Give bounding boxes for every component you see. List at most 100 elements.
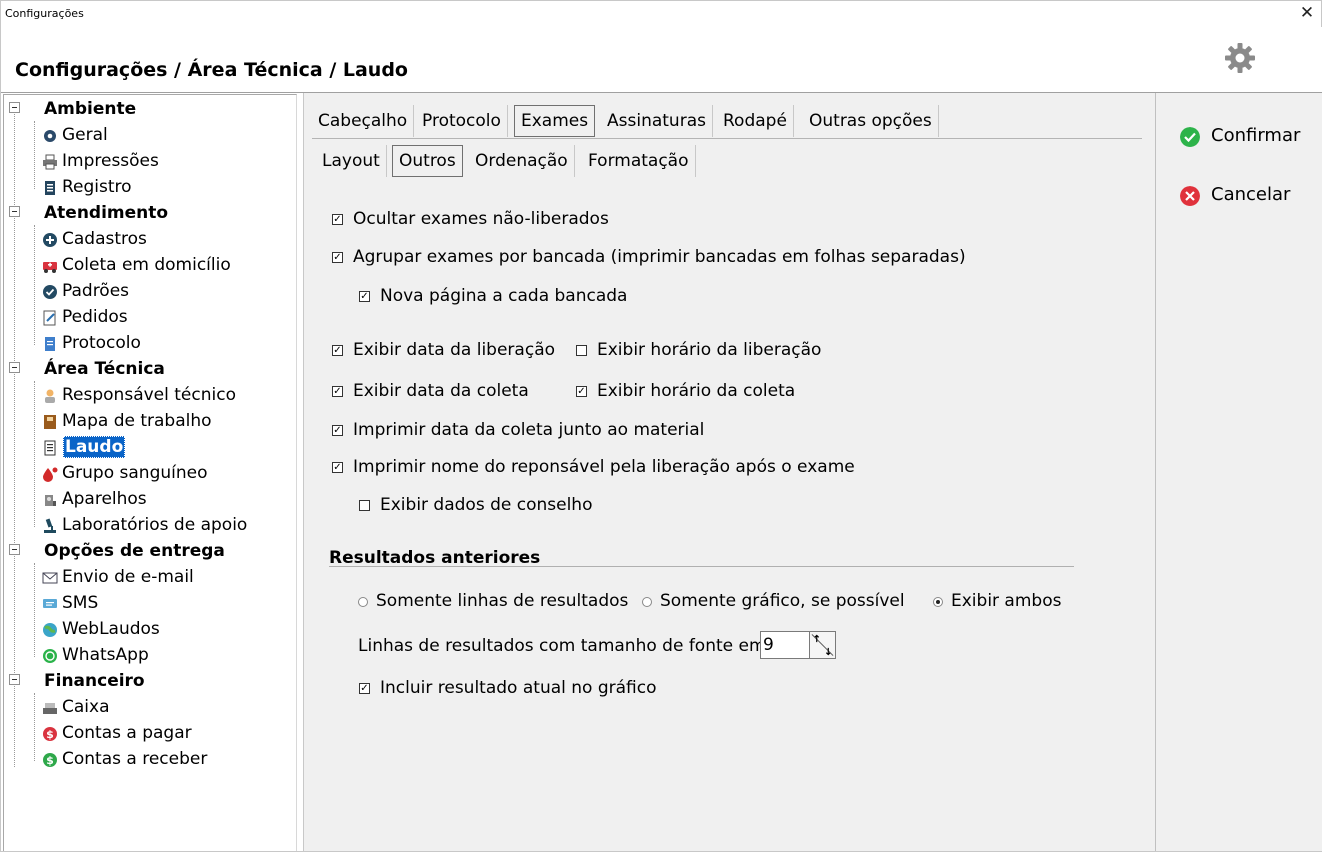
checkbox-box[interactable]: ✓ — [359, 291, 370, 302]
checkbox-label: Imprimir nome do reponsável pela liberaç… — [353, 457, 855, 477]
checkbox-box[interactable]: ✓ — [332, 345, 343, 356]
tree-item-pedidos[interactable]: Pedidos — [4, 304, 294, 330]
tree-item-mapa-trabalho[interactable]: Mapa de trabalho — [4, 408, 294, 434]
font-size-value[interactable]: 9 — [763, 635, 774, 655]
tab-rodape[interactable]: Rodapé — [717, 105, 794, 137]
tree-item-responsavel-tecnico[interactable]: Responsável técnico — [4, 382, 294, 408]
tree-group-financeiro[interactable]: Financeiro — [4, 668, 294, 694]
tree-item-contas-pagar[interactable]: $ Contas a pagar — [4, 720, 294, 746]
main-tabs: Cabeçalho Protocolo Exames Assinaturas R… — [312, 103, 1142, 139]
checkbox-box[interactable]: ✓ — [332, 425, 343, 436]
content-panel: Cabeçalho Protocolo Exames Assinaturas R… — [303, 93, 1155, 851]
item-label: Laudo — [63, 436, 126, 458]
tab-exames[interactable]: Exames — [514, 105, 596, 137]
checkbox-box[interactable]: ✓ — [359, 683, 370, 694]
collapse-icon[interactable] — [9, 102, 20, 113]
item-label: Geral — [62, 125, 108, 145]
collapse-icon[interactable] — [9, 206, 20, 217]
group-label: Ambiente — [44, 99, 137, 119]
tab-cabecalho[interactable]: Cabeçalho — [312, 105, 415, 137]
checkbox-label: Exibir horário da coleta — [597, 381, 796, 401]
item-label: Pedidos — [62, 307, 128, 327]
item-label: Caixa — [62, 697, 110, 717]
blood-drop-icon — [43, 467, 58, 482]
section-divider — [329, 566, 1074, 567]
tab-outros[interactable]: Outros — [392, 145, 463, 177]
window-title: Configurações — [5, 7, 84, 20]
tree-item-weblaudos[interactable]: WebLaudos — [4, 616, 294, 642]
tree-item-grupo-sanguineo[interactable]: Grupo sanguíneo — [4, 460, 294, 486]
close-icon[interactable]: ✕ — [1297, 3, 1317, 23]
checkbox-box[interactable]: ✓ — [576, 386, 587, 397]
check-circle-icon — [43, 285, 57, 299]
cancel-label: Cancelar — [1211, 184, 1291, 205]
checkbox-box[interactable]: ✓ — [332, 214, 343, 225]
tree-item-aparelhos[interactable]: Aparelhos — [4, 486, 294, 512]
radio-dot[interactable] — [933, 597, 943, 607]
gear-icon[interactable] — [1223, 41, 1257, 75]
tree-item-cadastros[interactable]: Cadastros — [4, 226, 294, 252]
item-label: Contas a receber — [62, 749, 208, 769]
edit-document-icon — [43, 310, 56, 326]
item-label: Coleta em domicílio — [62, 255, 231, 275]
report-icon — [44, 440, 56, 456]
radio-dot[interactable] — [642, 597, 652, 607]
checkbox-label: Exibir horário da liberação — [597, 340, 822, 360]
checkbox-box[interactable]: ✓ — [332, 252, 343, 263]
tab-assinaturas[interactable]: Assinaturas — [601, 105, 713, 137]
breadcrumb: Configurações / Área Técnica / Laudo — [15, 59, 408, 81]
collapse-icon[interactable] — [9, 674, 20, 685]
person-icon — [45, 389, 55, 403]
tree-group-area-tecnica[interactable]: Área Técnica — [4, 356, 294, 382]
checkbox-box[interactable] — [576, 345, 587, 356]
collapse-icon[interactable] — [9, 544, 20, 555]
checkbox-label: Imprimir data da coleta junto ao materia… — [353, 420, 705, 440]
tree-item-envio-email[interactable]: Envio de e-mail — [4, 564, 294, 590]
spinner-arrows-icon[interactable] — [809, 632, 835, 658]
tree-group-ambiente[interactable]: Ambiente — [4, 96, 294, 122]
tree-item-coleta-domicilio[interactable]: Coleta em domicílio — [4, 252, 294, 278]
checkbox-label: Exibir data da coleta — [353, 381, 529, 401]
dollar-green-icon: $ — [43, 753, 57, 767]
sub-tabs: Layout Outros Ordenação Formatação — [312, 143, 1142, 179]
actions-panel: Confirmar Cancelar — [1155, 93, 1322, 851]
checkbox-box[interactable] — [359, 500, 370, 511]
tab-ordenacao[interactable]: Ordenação — [469, 145, 575, 177]
envelope-icon — [42, 572, 58, 584]
checkbox-label: Exibir dados de conselho — [380, 495, 593, 515]
checkbox-label: Nova página a cada bancada — [380, 286, 628, 306]
collapse-icon[interactable] — [9, 362, 20, 373]
checkbox-label: Ocultar exames não-liberados — [353, 209, 609, 229]
tab-layout[interactable]: Layout — [316, 145, 387, 177]
page-header: Configurações / Área Técnica / Laudo — [1, 27, 1322, 93]
item-label: WhatsApp — [62, 645, 149, 665]
title-bar: Configurações ✕ — [1, 1, 1322, 27]
microscope-icon — [44, 518, 56, 533]
tab-outras-opcoes[interactable]: Outras opções — [803, 105, 939, 137]
check-circle-icon — [1180, 127, 1200, 147]
radio-dot[interactable] — [358, 597, 368, 607]
tree-item-contas-receber[interactable]: $ Contas a receber — [4, 746, 294, 772]
tab-formatacao[interactable]: Formatação — [582, 145, 696, 177]
item-label: Protocolo — [62, 333, 141, 353]
tree-item-protocolo[interactable]: Protocolo — [4, 330, 294, 356]
tree-item-laboratorios-apoio[interactable]: Laboratórios de apoio — [4, 512, 294, 538]
tree-item-whatsapp[interactable]: WhatsApp — [4, 642, 294, 668]
plus-circle-icon — [43, 233, 57, 247]
checkbox-box[interactable]: ✓ — [332, 462, 343, 473]
tree-item-laudo[interactable]: Laudo — [4, 434, 294, 460]
tree-item-caixa[interactable]: Caixa — [4, 694, 294, 720]
tree-group-opcoes-entrega[interactable]: Opções de entrega — [4, 538, 294, 564]
font-size-spinner[interactable]: 9 — [760, 631, 836, 659]
tree-group-atendimento[interactable]: Atendimento — [4, 200, 294, 226]
checkbox-label: Exibir data da liberação — [353, 340, 556, 360]
tree-item-impressoes[interactable]: Impressões — [4, 148, 294, 174]
tree-item-geral[interactable]: Geral — [4, 122, 294, 148]
tree-item-registro[interactable]: Registro — [4, 174, 294, 200]
tree-item-padroes[interactable]: Padrões — [4, 278, 294, 304]
radio-label: Exibir ambos — [951, 591, 1062, 611]
tree-item-sms[interactable]: SMS — [4, 590, 294, 616]
sms-icon — [43, 599, 57, 608]
checkbox-box[interactable]: ✓ — [332, 386, 343, 397]
tab-protocolo[interactable]: Protocolo — [416, 105, 508, 137]
